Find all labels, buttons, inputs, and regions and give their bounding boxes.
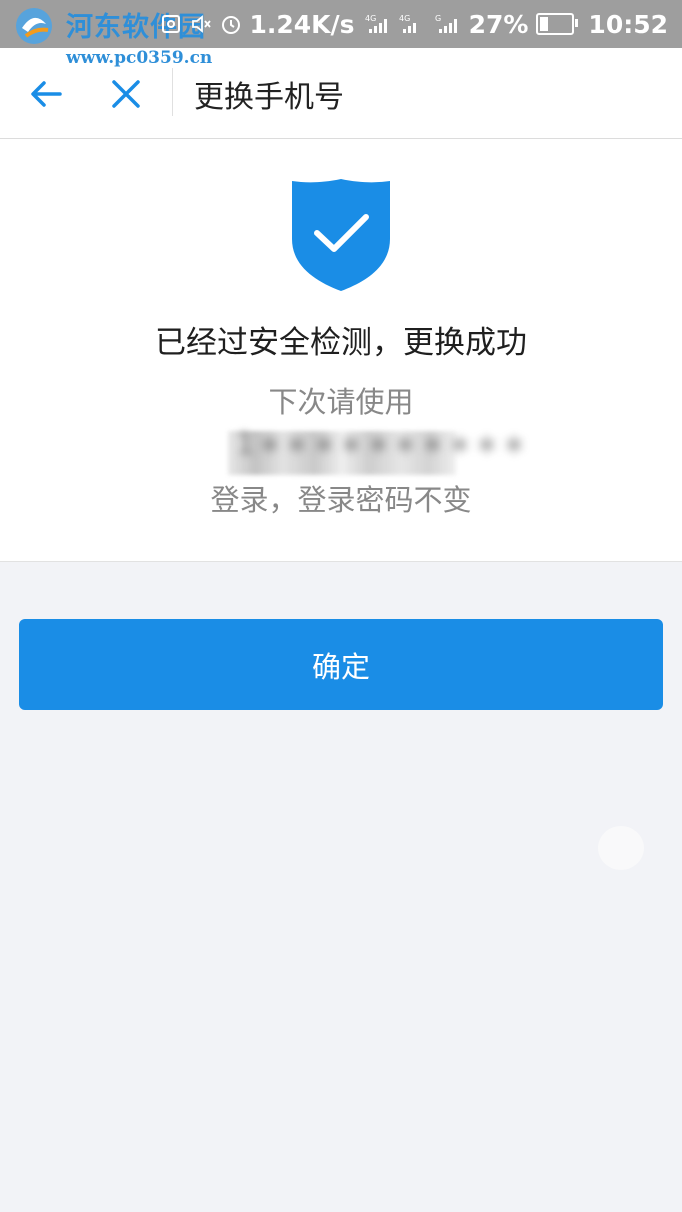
success-message: 已经过安全检测，更换成功	[155, 325, 527, 361]
arrow-left-icon[interactable]	[26, 74, 66, 114]
battery-icon	[536, 13, 579, 35]
hint-password-unchanged: 登录，登录密码不变	[210, 483, 472, 517]
alarm-icon	[221, 16, 240, 34]
watermark-logo-icon	[16, 8, 52, 44]
mute-icon	[191, 15, 211, 33]
signal-icon: G	[435, 14, 457, 33]
result-card: 已经过安全检测，更换成功 下次请使用 1∗∗∗∗∗∗∗∗∗∗ 登录，登录密码不变	[0, 139, 682, 562]
signal-4g-icon: 4G	[399, 14, 416, 33]
signal-4g-icon: 4G	[365, 14, 387, 33]
status-icons: 1.24K/s 4G 4G G 27% 10:52	[160, 6, 668, 42]
close-icon[interactable]	[108, 76, 144, 112]
floating-assist-ball[interactable]	[598, 826, 644, 870]
new-phone-number: 1∗∗∗∗∗∗∗∗∗∗	[236, 427, 529, 462]
status-bar: 河东软件园 1.24K/s 4G 4G G 27% 10:52	[0, 0, 682, 48]
nfc-icon	[161, 15, 180, 33]
confirm-button[interactable]: 确定	[19, 619, 663, 710]
nav-divider	[172, 68, 173, 116]
shield-check-icon	[292, 179, 390, 291]
clock: 10:52	[588, 9, 668, 39]
page-title: 更换手机号	[194, 80, 344, 115]
battery-percent: 27%	[468, 9, 529, 39]
network-speed: 1.24K/s	[249, 9, 355, 39]
svg-text:4G: 4G	[399, 14, 410, 23]
hint-next-login: 下次请使用	[268, 385, 414, 419]
battery-fill	[540, 17, 549, 31]
svg-text:4G: 4G	[365, 14, 376, 23]
watermark-url: www.pc0359.cn	[66, 48, 213, 68]
svg-text:G: G	[435, 14, 441, 23]
